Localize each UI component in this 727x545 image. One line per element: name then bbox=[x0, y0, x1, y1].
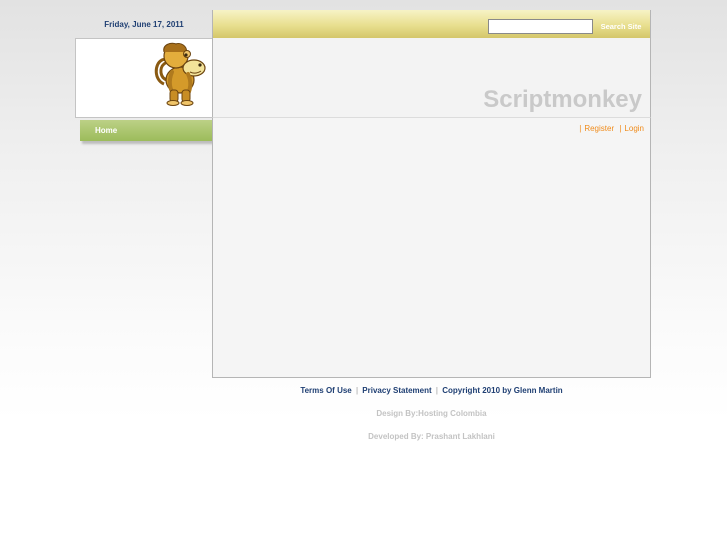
login-link[interactable]: Login bbox=[624, 124, 644, 133]
privacy-link[interactable]: Privacy Statement bbox=[362, 386, 431, 395]
site-header: Scriptmonkey bbox=[212, 38, 651, 118]
current-date: Friday, June 17, 2011 bbox=[104, 19, 184, 29]
search-input[interactable] bbox=[488, 19, 593, 34]
separator: | bbox=[619, 124, 622, 133]
separator: | bbox=[579, 124, 582, 133]
main-content: | Register | Login bbox=[212, 118, 651, 378]
copyright-text: Copyright 2010 by Glenn Martin bbox=[442, 386, 563, 395]
search-site-button[interactable]: Search Site bbox=[596, 19, 646, 34]
separator: | bbox=[355, 386, 359, 395]
monkey-logo-icon[interactable] bbox=[150, 40, 212, 106]
register-link[interactable]: Register bbox=[584, 124, 614, 133]
design-credit[interactable]: Design By:Hosting Colombia bbox=[212, 409, 651, 418]
user-links: | Register | Login bbox=[576, 124, 644, 133]
search-bar: Search Site bbox=[212, 10, 651, 38]
logo-panel bbox=[75, 38, 213, 118]
terms-link[interactable]: Terms Of Use bbox=[300, 386, 351, 395]
footer-links: Terms Of Use | Privacy Statement | Copyr… bbox=[212, 386, 651, 395]
site-title: Scriptmonkey bbox=[483, 86, 642, 113]
separator: | bbox=[435, 386, 438, 395]
developer-credit: Developed By: Prashant Lakhlani bbox=[368, 432, 495, 441]
nav-item-home[interactable]: Home bbox=[80, 120, 213, 141]
